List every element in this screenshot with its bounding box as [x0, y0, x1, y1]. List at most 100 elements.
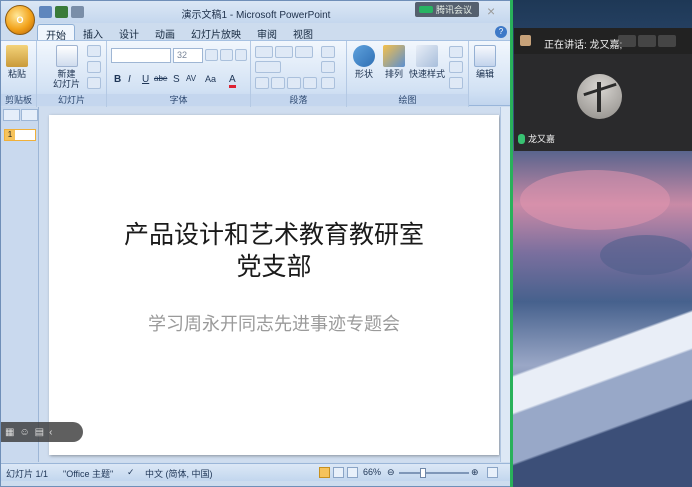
- paste-icon: [6, 45, 28, 67]
- italic-button[interactable]: I: [128, 74, 131, 85]
- outline-tab[interactable]: [21, 109, 38, 121]
- video-header: 正在讲话: 龙又嘉;: [514, 28, 692, 54]
- grid-icon[interactable]: ▦: [5, 427, 14, 438]
- group-label-slides: 幻灯片: [37, 94, 106, 106]
- group-label-font: 字体: [107, 94, 250, 106]
- status-bar: 幻灯片 1/1 "Office 主题" ✓ 中文 (简体, 中国) 66% ⊖ …: [1, 463, 511, 481]
- justify-icon[interactable]: [303, 77, 317, 89]
- zoom-level[interactable]: 66%: [363, 467, 381, 477]
- slide-thumbnail-number: 1: [5, 130, 15, 140]
- meeting-floating-badge[interactable]: 腾讯会议: [415, 2, 479, 17]
- slide-workspace: 产品设计和艺术教育教研室 党支部 学习周永开同志先进事迹专题会: [39, 107, 509, 462]
- shrink-font-icon[interactable]: [220, 49, 233, 61]
- font-color-button[interactable]: A: [229, 74, 236, 88]
- quick-styles-label: 快速样式: [409, 69, 446, 79]
- reset-icon[interactable]: [87, 61, 101, 73]
- paste-label: 粘贴: [7, 69, 26, 79]
- share-icon[interactable]: ▤: [35, 427, 44, 438]
- normal-view-button[interactable]: [319, 467, 330, 478]
- shadow-button[interactable]: S: [173, 74, 180, 85]
- paste-button[interactable]: 粘贴: [6, 45, 28, 79]
- screen-share-border: [510, 0, 513, 487]
- slide-title[interactable]: 产品设计和艺术教育教研室 党支部: [49, 219, 499, 283]
- help-icon[interactable]: ?: [495, 26, 507, 38]
- line-spacing-icon[interactable]: [255, 61, 281, 73]
- zoom-out-icon[interactable]: ⊖: [387, 467, 395, 478]
- close-icon[interactable]: ×: [487, 3, 495, 19]
- group-clipboard: 粘贴 剪贴板: [1, 41, 37, 107]
- shape-effects-icon[interactable]: [449, 77, 463, 89]
- clear-format-icon[interactable]: [235, 49, 247, 61]
- align-center-icon[interactable]: [271, 77, 285, 89]
- sorter-view-button[interactable]: [333, 467, 344, 478]
- layout-icon[interactable]: [87, 45, 101, 57]
- quick-styles-button[interactable]: 快速样式: [409, 45, 445, 79]
- speaker-icon: [520, 35, 531, 46]
- arrange-button[interactable]: 排列: [383, 45, 405, 79]
- editing-label: 编辑: [475, 69, 494, 79]
- powerpoint-window: 演示文稿1 - Microsoft PowerPoint 腾讯会议 × O 开始…: [0, 0, 512, 487]
- delete-slide-icon[interactable]: [87, 77, 101, 89]
- bullets-icon[interactable]: [255, 46, 273, 58]
- char-spacing-button[interactable]: AV: [186, 74, 196, 83]
- font-family-dropdown[interactable]: [111, 48, 171, 63]
- group-label-clipboard: 剪贴板: [1, 94, 36, 106]
- quick-styles-icon: [416, 45, 438, 67]
- participant-name-tag: 龙又嘉: [518, 132, 555, 145]
- shape-fill-icon[interactable]: [449, 46, 463, 58]
- text-direction-icon[interactable]: [321, 46, 335, 58]
- align-right-icon[interactable]: [287, 77, 301, 89]
- wallpaper-cloud: [600, 235, 692, 275]
- slides-tab[interactable]: [3, 109, 20, 121]
- smartart-icon[interactable]: [321, 77, 335, 89]
- bold-button[interactable]: B: [114, 74, 121, 85]
- speaking-label: 正在讲话: 龙又嘉;: [544, 40, 623, 51]
- meeting-annotation-toolbar: ▦ ☺ ▤ ‹: [1, 422, 83, 442]
- align-left-icon[interactable]: [255, 77, 269, 89]
- meeting-video-panel[interactable]: 正在讲话: 龙又嘉; 龙又嘉: [514, 28, 692, 151]
- group-label-drawing: 绘图: [347, 94, 468, 106]
- grow-font-icon[interactable]: [205, 49, 218, 61]
- title-bar: 演示文稿1 - Microsoft PowerPoint 腾讯会议 ×: [1, 1, 511, 23]
- slide-subtitle[interactable]: 学习周永开同志先进事迹专题会: [49, 310, 499, 336]
- zoom-slider-handle[interactable]: [420, 468, 426, 478]
- new-slide-label: 新建 幻灯片: [53, 69, 81, 89]
- shape-outline-icon[interactable]: [449, 61, 463, 73]
- avatar-figure: [597, 82, 601, 112]
- binoculars-icon: [474, 45, 496, 67]
- indent-icon[interactable]: [295, 46, 313, 58]
- shapes-button[interactable]: 形状: [353, 45, 375, 79]
- change-case-button[interactable]: Aa: [205, 74, 216, 84]
- slide-thumbnail[interactable]: 1: [4, 129, 36, 141]
- group-paragraph: 段落: [251, 41, 347, 107]
- meeting-app-label: 腾讯会议: [436, 5, 473, 15]
- language-label[interactable]: 中文 (简体, 中国): [145, 467, 213, 480]
- collapse-icon[interactable]: ‹: [49, 427, 52, 438]
- editing-button[interactable]: 编辑: [474, 45, 496, 79]
- slideshow-view-button[interactable]: [347, 467, 358, 478]
- chat-icon[interactable]: ☺: [19, 427, 29, 438]
- spellcheck-icon[interactable]: ✓: [127, 467, 135, 478]
- underline-button[interactable]: U: [142, 74, 149, 85]
- numbering-icon[interactable]: [275, 46, 293, 58]
- new-slide-button[interactable]: 新建 幻灯片: [53, 45, 80, 89]
- strikethrough-button[interactable]: abe: [154, 74, 167, 83]
- align-text-icon[interactable]: [321, 61, 335, 73]
- slides-pane: 1: [1, 107, 39, 462]
- slide-counter: 幻灯片 1/1: [6, 469, 49, 479]
- zoom-in-icon[interactable]: ⊕: [471, 467, 479, 478]
- group-slides: 新建 幻灯片 幻灯片: [37, 41, 107, 107]
- slide-canvas[interactable]: 产品设计和艺术教育教研室 党支部 学习周永开同志先进事迹专题会: [49, 115, 499, 455]
- shapes-label: 形状: [354, 69, 373, 79]
- shapes-icon: [353, 45, 375, 67]
- zoom-slider[interactable]: [399, 472, 469, 474]
- arrange-label: 排列: [384, 69, 403, 79]
- new-slide-icon: [55, 45, 78, 67]
- vertical-scrollbar[interactable]: [500, 107, 510, 462]
- fit-window-icon[interactable]: [487, 467, 498, 478]
- microphone-icon: [518, 133, 525, 144]
- font-size-dropdown[interactable]: 32: [173, 48, 203, 63]
- office-button[interactable]: O: [5, 5, 35, 35]
- theme-name: "Office 主题": [63, 469, 114, 479]
- arrange-icon: [383, 45, 405, 67]
